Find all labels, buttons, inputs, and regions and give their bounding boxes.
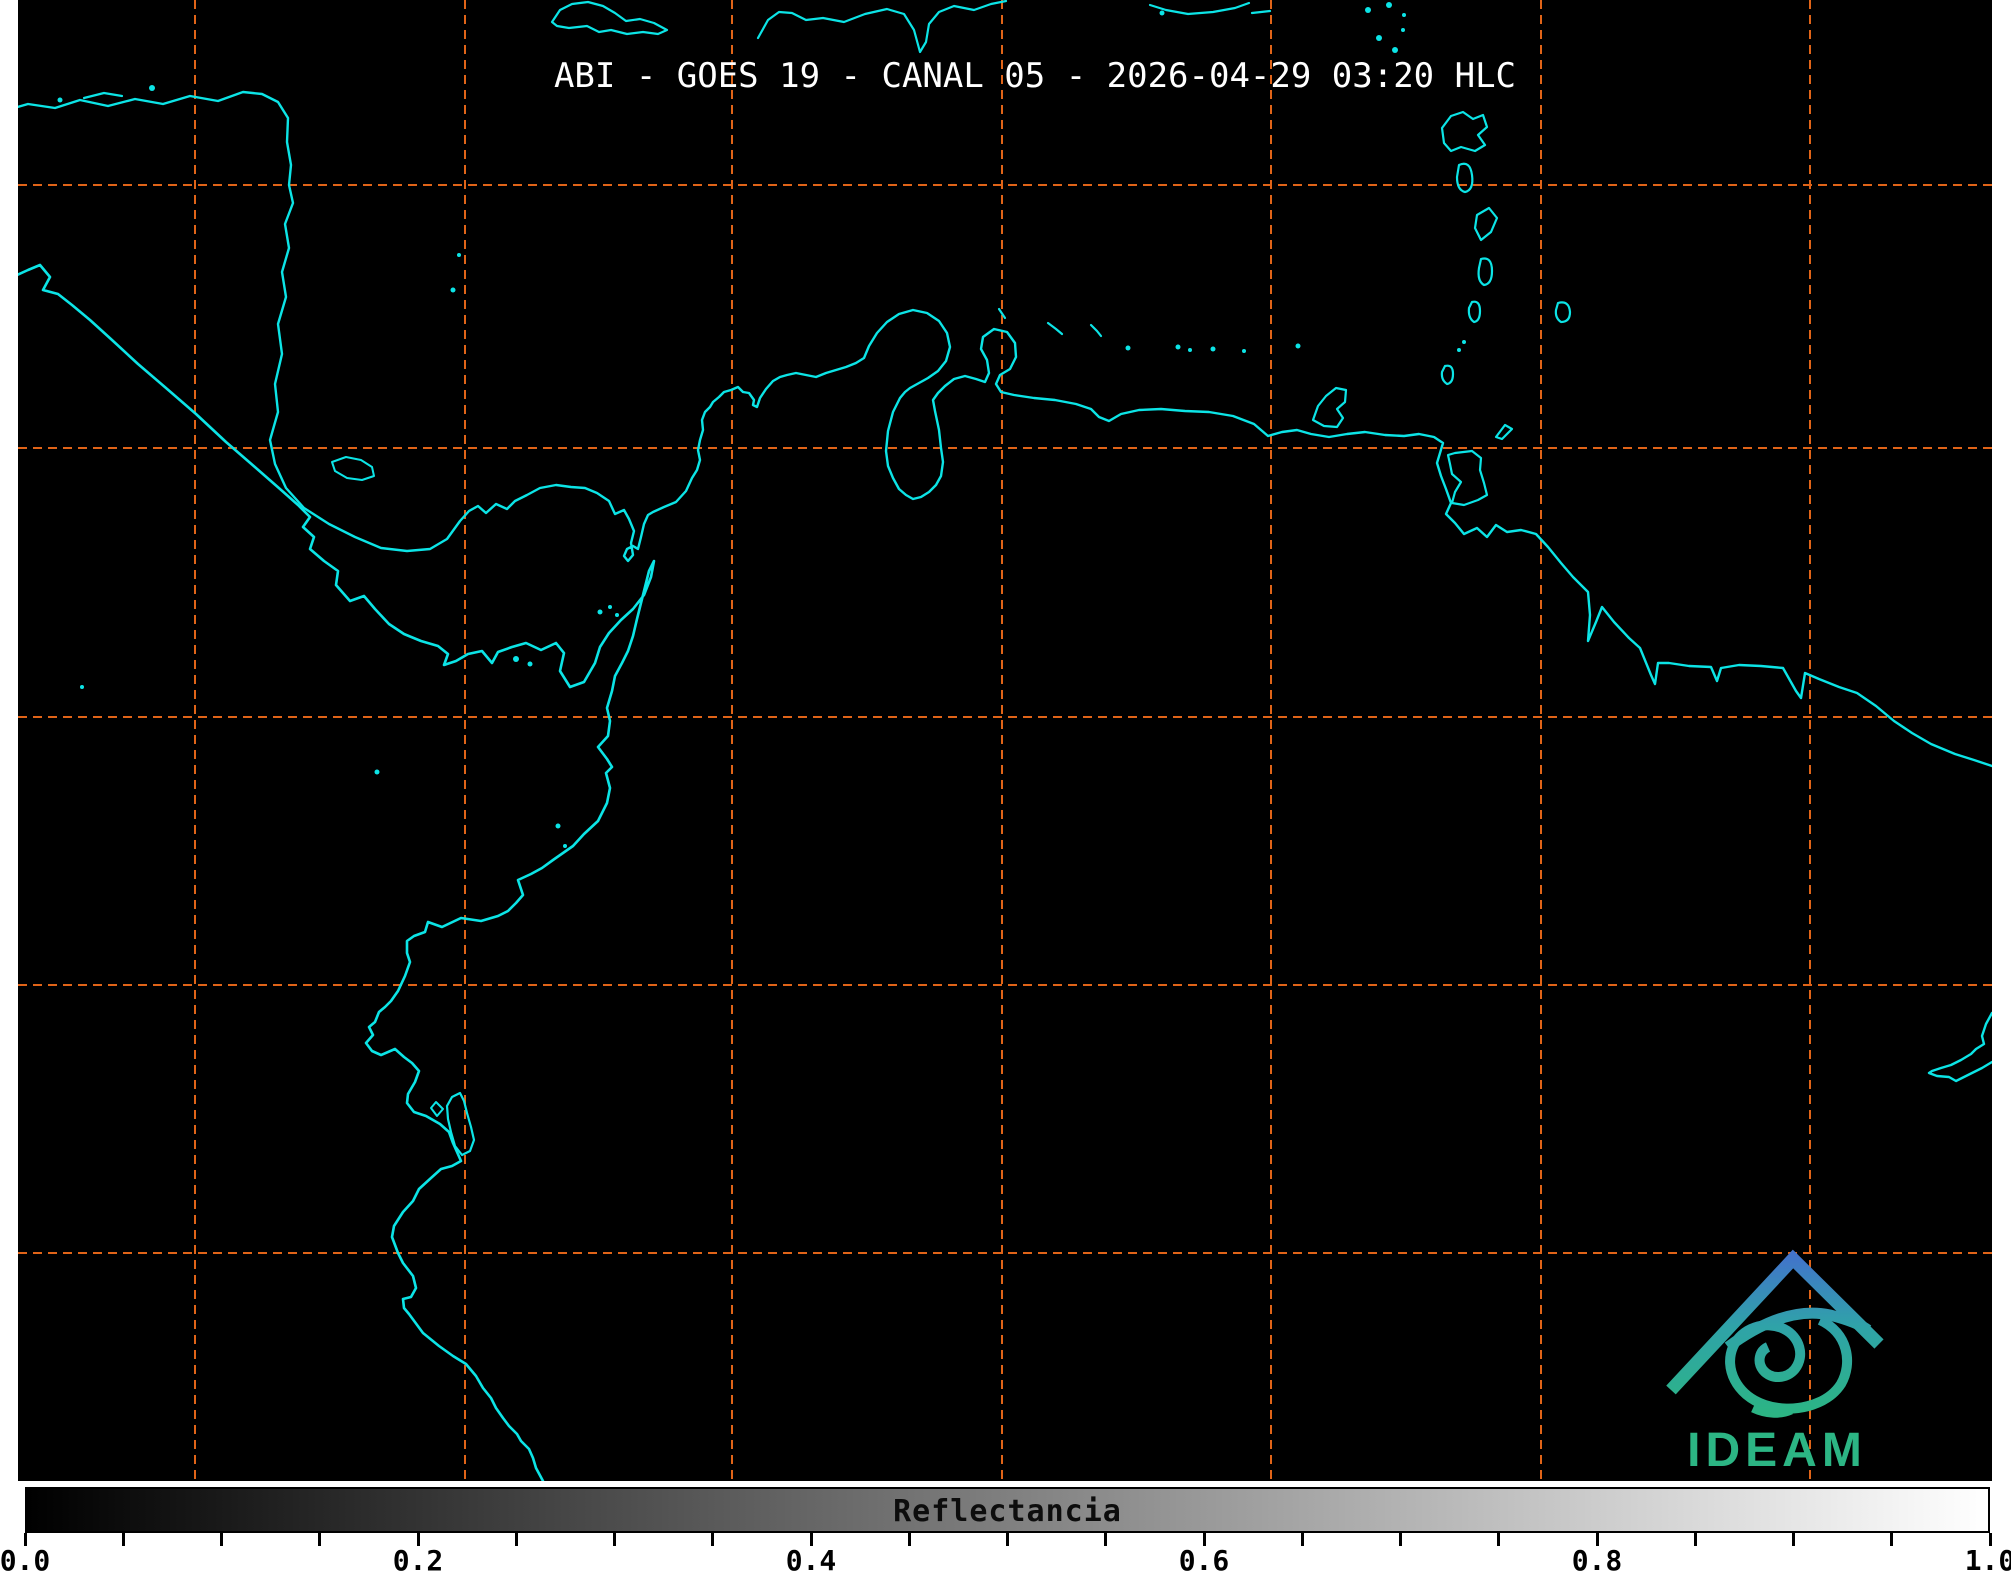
island-dot <box>1296 344 1301 349</box>
island-dot <box>1457 348 1461 352</box>
colorbar-tick <box>122 1533 125 1546</box>
colorbar-tick <box>1694 1533 1697 1546</box>
satellite-product-page: ABI - GOES 19 - CANAL 05 - 2026-04-29 03… <box>0 0 2011 1577</box>
coastline-jamaica <box>552 2 667 34</box>
ideam-logo-text: IDEAM <box>1687 1424 1867 1477</box>
coastline-bonaire <box>1091 325 1101 336</box>
island-dot <box>375 770 380 775</box>
coastline-puna-islet <box>431 1102 443 1116</box>
colorbar-tick <box>1792 1533 1795 1546</box>
colorbar-tick <box>318 1533 321 1546</box>
island-dot <box>513 656 519 662</box>
island-dot <box>1176 345 1181 350</box>
colorbar-label: Reflectancia <box>25 1494 1990 1529</box>
island-dot <box>1462 340 1466 344</box>
colorbar-tick <box>1006 1533 1009 1546</box>
colorbar-tick <box>1301 1533 1304 1546</box>
coastline-grenada <box>1442 366 1453 384</box>
coastline-st-lucia <box>1479 259 1492 286</box>
colorbar-tick-label: 1.0 <box>1950 1544 2011 1577</box>
island-dot <box>1402 13 1406 17</box>
coastline-puerto-rico-south-coast <box>1150 3 1249 14</box>
logo-spiral-tail <box>1753 1408 1791 1413</box>
coastline-dominica <box>1457 164 1472 192</box>
coastline-roatan <box>84 93 122 98</box>
coastline-caribbean-mainland-coast <box>0 92 1992 766</box>
island-dot <box>457 253 461 257</box>
colorbar-tick-label: 0.2 <box>378 1544 458 1577</box>
island-dot <box>80 685 84 689</box>
island-dot <box>149 85 155 91</box>
coastline-trinidad <box>1448 451 1487 505</box>
colorbar-tick <box>220 1533 223 1546</box>
map-title: ABI - GOES 19 - CANAL 05 - 2026-04-29 03… <box>554 56 1516 96</box>
island-dot <box>451 288 456 293</box>
island-dot <box>1401 28 1405 32</box>
colorbar-tick-label: 0.6 <box>1164 1544 1244 1577</box>
colorbar-tick <box>908 1533 911 1546</box>
colorbar-tick <box>515 1533 518 1546</box>
island-dot <box>556 824 561 829</box>
coastline-hispaniola-south-coast <box>758 1 1006 52</box>
ideam-logo: IDEAM <box>1640 1240 1920 1490</box>
coastline-antigua-guadeloupe-cluster <box>1442 112 1487 151</box>
island-dot <box>528 662 533 667</box>
island-dot <box>1188 348 1192 352</box>
logo-spiral <box>1730 1320 1847 1409</box>
island-dot <box>1392 47 1398 53</box>
mountain-swirl-icon <box>1671 1259 1879 1413</box>
coastline-puna-island <box>447 1093 474 1155</box>
coastline-margarita <box>1313 388 1346 427</box>
colorbar-tick-label: 0.8 <box>1557 1544 1637 1577</box>
coastline-essequibo-coast-wedge <box>1929 1013 1992 1081</box>
colorbar-tick-label: 0.0 <box>0 1544 65 1577</box>
island-dot <box>563 844 567 848</box>
island-dot <box>1126 346 1131 351</box>
island-dot <box>608 605 612 609</box>
island-dot <box>1242 349 1246 353</box>
island-dot <box>1211 347 1216 352</box>
colorbar-tick-label: 0.4 <box>771 1544 851 1577</box>
coastline-lake-nicaragua <box>332 457 374 480</box>
coastline-barbados <box>1556 302 1570 322</box>
island-dot <box>615 613 619 617</box>
coastline-tobago <box>1496 425 1512 439</box>
island-dot <box>58 98 63 103</box>
coastline-martinique <box>1475 208 1497 240</box>
island-dot <box>1386 2 1392 8</box>
colorbar-tick <box>711 1533 714 1546</box>
island-dot <box>1365 7 1371 13</box>
colorbar-tick <box>613 1533 616 1546</box>
colorbar-tick <box>1399 1533 1402 1546</box>
colorbar-tick <box>1497 1533 1500 1546</box>
island-dot <box>598 610 603 615</box>
coastline-curacao <box>1048 323 1062 334</box>
island-dot <box>1160 11 1165 16</box>
coastline-vieques <box>1252 11 1270 13</box>
colorbar-tick <box>1104 1533 1107 1546</box>
coastline-st-vincent <box>1469 302 1480 322</box>
island-dot <box>1376 35 1382 41</box>
colorbar-tick <box>1890 1533 1893 1546</box>
